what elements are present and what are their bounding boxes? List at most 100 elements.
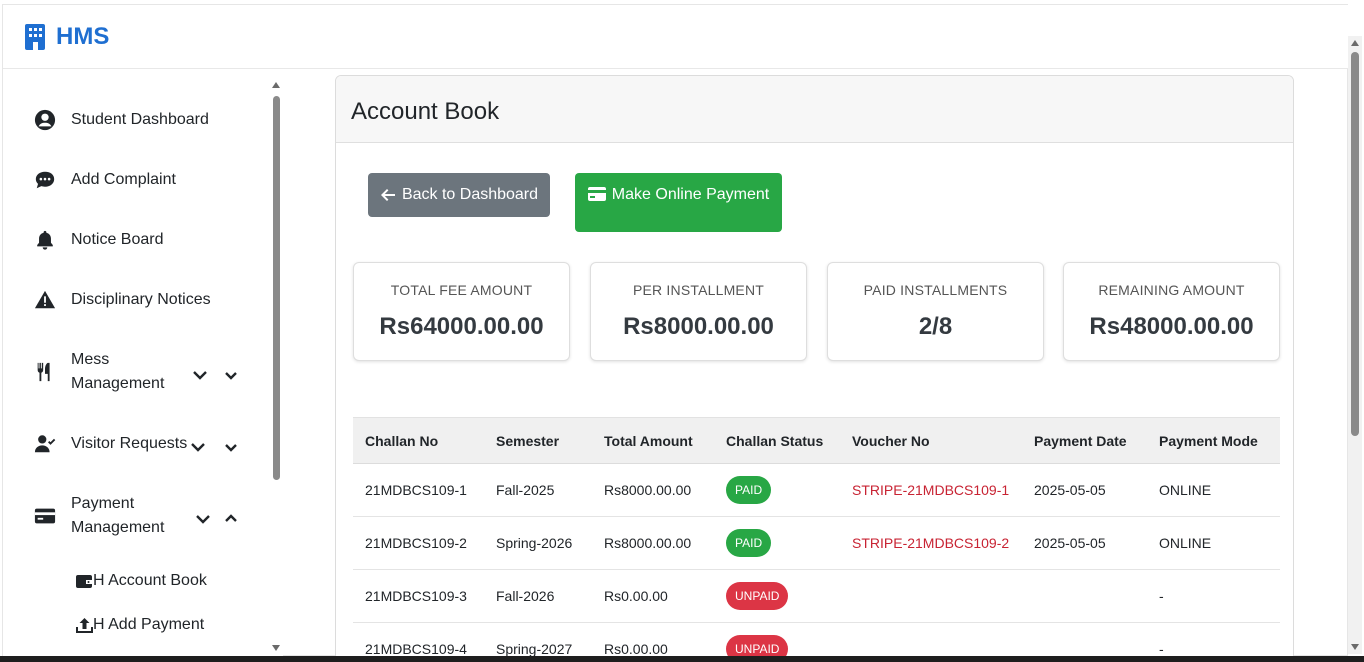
stat-value: 2/8 xyxy=(918,313,953,340)
table-row: 21MDBCS109-1 Fall-2025 Rs8000.00.00 PAID… xyxy=(353,463,1280,517)
semester: Fall-2026 xyxy=(484,569,592,623)
bell-icon xyxy=(33,228,57,252)
scrollbar-thumb[interactable] xyxy=(1351,52,1359,436)
warning-icon xyxy=(33,288,57,312)
sidebar-item-student-dashboard[interactable]: Student Dashboard xyxy=(33,108,209,132)
sidebar-item-label: Visitor Requests xyxy=(71,435,188,452)
sidebar-subitem-account-book[interactable]: H Account Book xyxy=(76,572,207,590)
stat-value: Rs48000.00.00 xyxy=(1089,313,1254,340)
column-header: Payment Mode xyxy=(1147,417,1280,464)
sidebar-subitem-add-payment[interactable]: H Add Payment xyxy=(76,616,204,634)
make-online-payment-button[interactable]: Make Online Payment xyxy=(575,173,782,232)
payment-mode: ONLINE xyxy=(1147,463,1280,517)
status-badge: PAID xyxy=(726,476,772,504)
total-amount: Rs8000.00.00 xyxy=(592,463,714,517)
arrow-left-icon xyxy=(380,189,395,201)
challan-no: 21MDBCS109-1 xyxy=(353,463,484,517)
sidebar-item-label: Payment xyxy=(71,495,135,512)
column-header: Semester xyxy=(484,417,592,464)
semester: Fall-2025 xyxy=(484,463,592,517)
payment-date xyxy=(1022,569,1147,623)
challan-no: 21MDBCS109-3 xyxy=(353,569,484,623)
pay-button-label: Make Online Payment xyxy=(611,186,770,203)
challan-no: 21MDBCS109-2 xyxy=(353,516,484,570)
scroll-up-arrow-icon[interactable] xyxy=(272,82,280,88)
payment-mode: ONLINE xyxy=(1147,516,1280,570)
stat-value: Rs8000.00.00 xyxy=(623,313,774,340)
sidebar-item-notice-board[interactable]: Notice Board xyxy=(33,228,164,252)
table-row: 21MDBCS109-2 Spring-2026 Rs8000.00.00 PA… xyxy=(353,516,1280,570)
stat-label: Total Fee Amount xyxy=(390,282,533,298)
chevron-down-icon[interactable] xyxy=(223,439,239,455)
voucher-no: STRIPE-21MDBCS109-1 xyxy=(840,463,1022,517)
sidebar-item-label: Student Dashboard xyxy=(71,111,209,128)
status-badge: UNPAID xyxy=(726,582,789,610)
payment-mode: - xyxy=(1147,569,1280,623)
sidebar-item-payment-management[interactable]: Payment Management xyxy=(33,492,164,540)
sidebar-subitem-label: H Account Book xyxy=(93,572,207,589)
column-header: Payment Date xyxy=(1022,417,1147,464)
column-header: Total Amount xyxy=(592,417,714,464)
stat-value: Rs64000.00.00 xyxy=(379,313,544,340)
top-navbar: HMS xyxy=(3,5,1349,69)
table-header-row: Challan No Semester Total Amount Challan… xyxy=(353,417,1280,464)
stat-per-installment: Per Installment Rs8000.00.00 xyxy=(590,262,807,361)
page-title: Account Book xyxy=(336,76,1293,143)
sidebar-item-label: Management xyxy=(71,519,165,536)
scroll-down-arrow-icon[interactable] xyxy=(1351,644,1359,650)
sidebar-item-label: Disciplinary Notices xyxy=(71,291,211,308)
chevron-down-icon[interactable] xyxy=(192,367,208,383)
challan-table: Challan No Semester Total Amount Challan… xyxy=(353,417,1280,662)
back-to-dashboard-button[interactable]: Back to Dashboard xyxy=(368,173,550,217)
status-badge: PAID xyxy=(726,529,772,557)
comment-dots-icon xyxy=(33,168,57,192)
scroll-up-arrow-icon[interactable] xyxy=(1351,40,1359,46)
column-header: Challan No xyxy=(353,417,484,464)
page-scrollbar[interactable] xyxy=(1348,36,1362,654)
scroll-down-arrow-icon[interactable] xyxy=(272,645,280,651)
voucher-no: STRIPE-21MDBCS109-2 xyxy=(840,516,1022,570)
user-check-icon xyxy=(33,432,57,456)
stat-label: Remaining Amount xyxy=(1098,282,1245,298)
stat-paid-installments: Paid Installments 2/8 xyxy=(827,262,1044,361)
table-row: 21MDBCS109-3 Fall-2026 Rs0.00.00 UNPAID … xyxy=(353,569,1280,623)
column-header: Challan Status xyxy=(714,417,840,464)
chevron-down-icon[interactable] xyxy=(223,367,239,383)
stat-total-fee: Total Fee Amount Rs64000.00.00 xyxy=(353,262,570,361)
brand-logo[interactable]: HMS xyxy=(24,23,109,51)
stat-label: Per Installment xyxy=(632,282,765,298)
sidebar-item-label: Mess xyxy=(71,351,110,368)
semester: Spring-2026 xyxy=(484,516,592,570)
account-book-card: Account Book Back to Dashboard Make Onli… xyxy=(335,75,1294,662)
app-window: HMS Student Dashboard Add Complaint Noti… xyxy=(2,4,1349,662)
utensils-icon xyxy=(33,360,57,384)
taskbar-strip xyxy=(0,656,1364,662)
sidebar-item-mess-management[interactable]: Mess Management xyxy=(33,348,164,396)
sidebar-item-visitor-requests[interactable]: Visitor Requests xyxy=(33,432,187,456)
sidebar-item-label: Management xyxy=(71,375,165,392)
user-circle-icon xyxy=(33,108,57,132)
chevron-up-icon[interactable] xyxy=(223,511,239,527)
brand-name: HMS xyxy=(56,23,110,50)
building-icon xyxy=(25,24,45,50)
total-amount: Rs8000.00.00 xyxy=(592,516,714,570)
sidebar: Student Dashboard Add Complaint Notice B… xyxy=(3,70,283,657)
back-button-label: Back to Dashboard xyxy=(401,186,539,203)
sidebar-subitem-label: H Add Payment xyxy=(93,616,205,633)
payment-date: 2025-05-05 xyxy=(1022,516,1147,570)
stat-label: Paid Installments xyxy=(863,282,1008,298)
wallet-icon xyxy=(76,574,93,588)
scrollbar-thumb[interactable] xyxy=(273,96,280,480)
total-amount: Rs0.00.00 xyxy=(592,569,714,623)
sidebar-item-add-complaint[interactable]: Add Complaint xyxy=(33,168,176,192)
sidebar-item-disciplinary-notices[interactable]: Disciplinary Notices xyxy=(33,288,211,312)
chevron-down-icon[interactable] xyxy=(195,511,211,527)
voucher-no xyxy=(840,569,1022,623)
sidebar-item-label: Add Complaint xyxy=(71,171,176,188)
stat-remaining-amount: Remaining Amount Rs48000.00.00 xyxy=(1063,262,1280,361)
sidebar-scrollbar[interactable] xyxy=(271,78,283,653)
chevron-down-icon[interactable] xyxy=(190,439,206,455)
sidebar-item-label: Notice Board xyxy=(71,231,164,248)
credit-card-icon xyxy=(33,504,57,528)
column-header: Voucher No xyxy=(840,417,1022,464)
